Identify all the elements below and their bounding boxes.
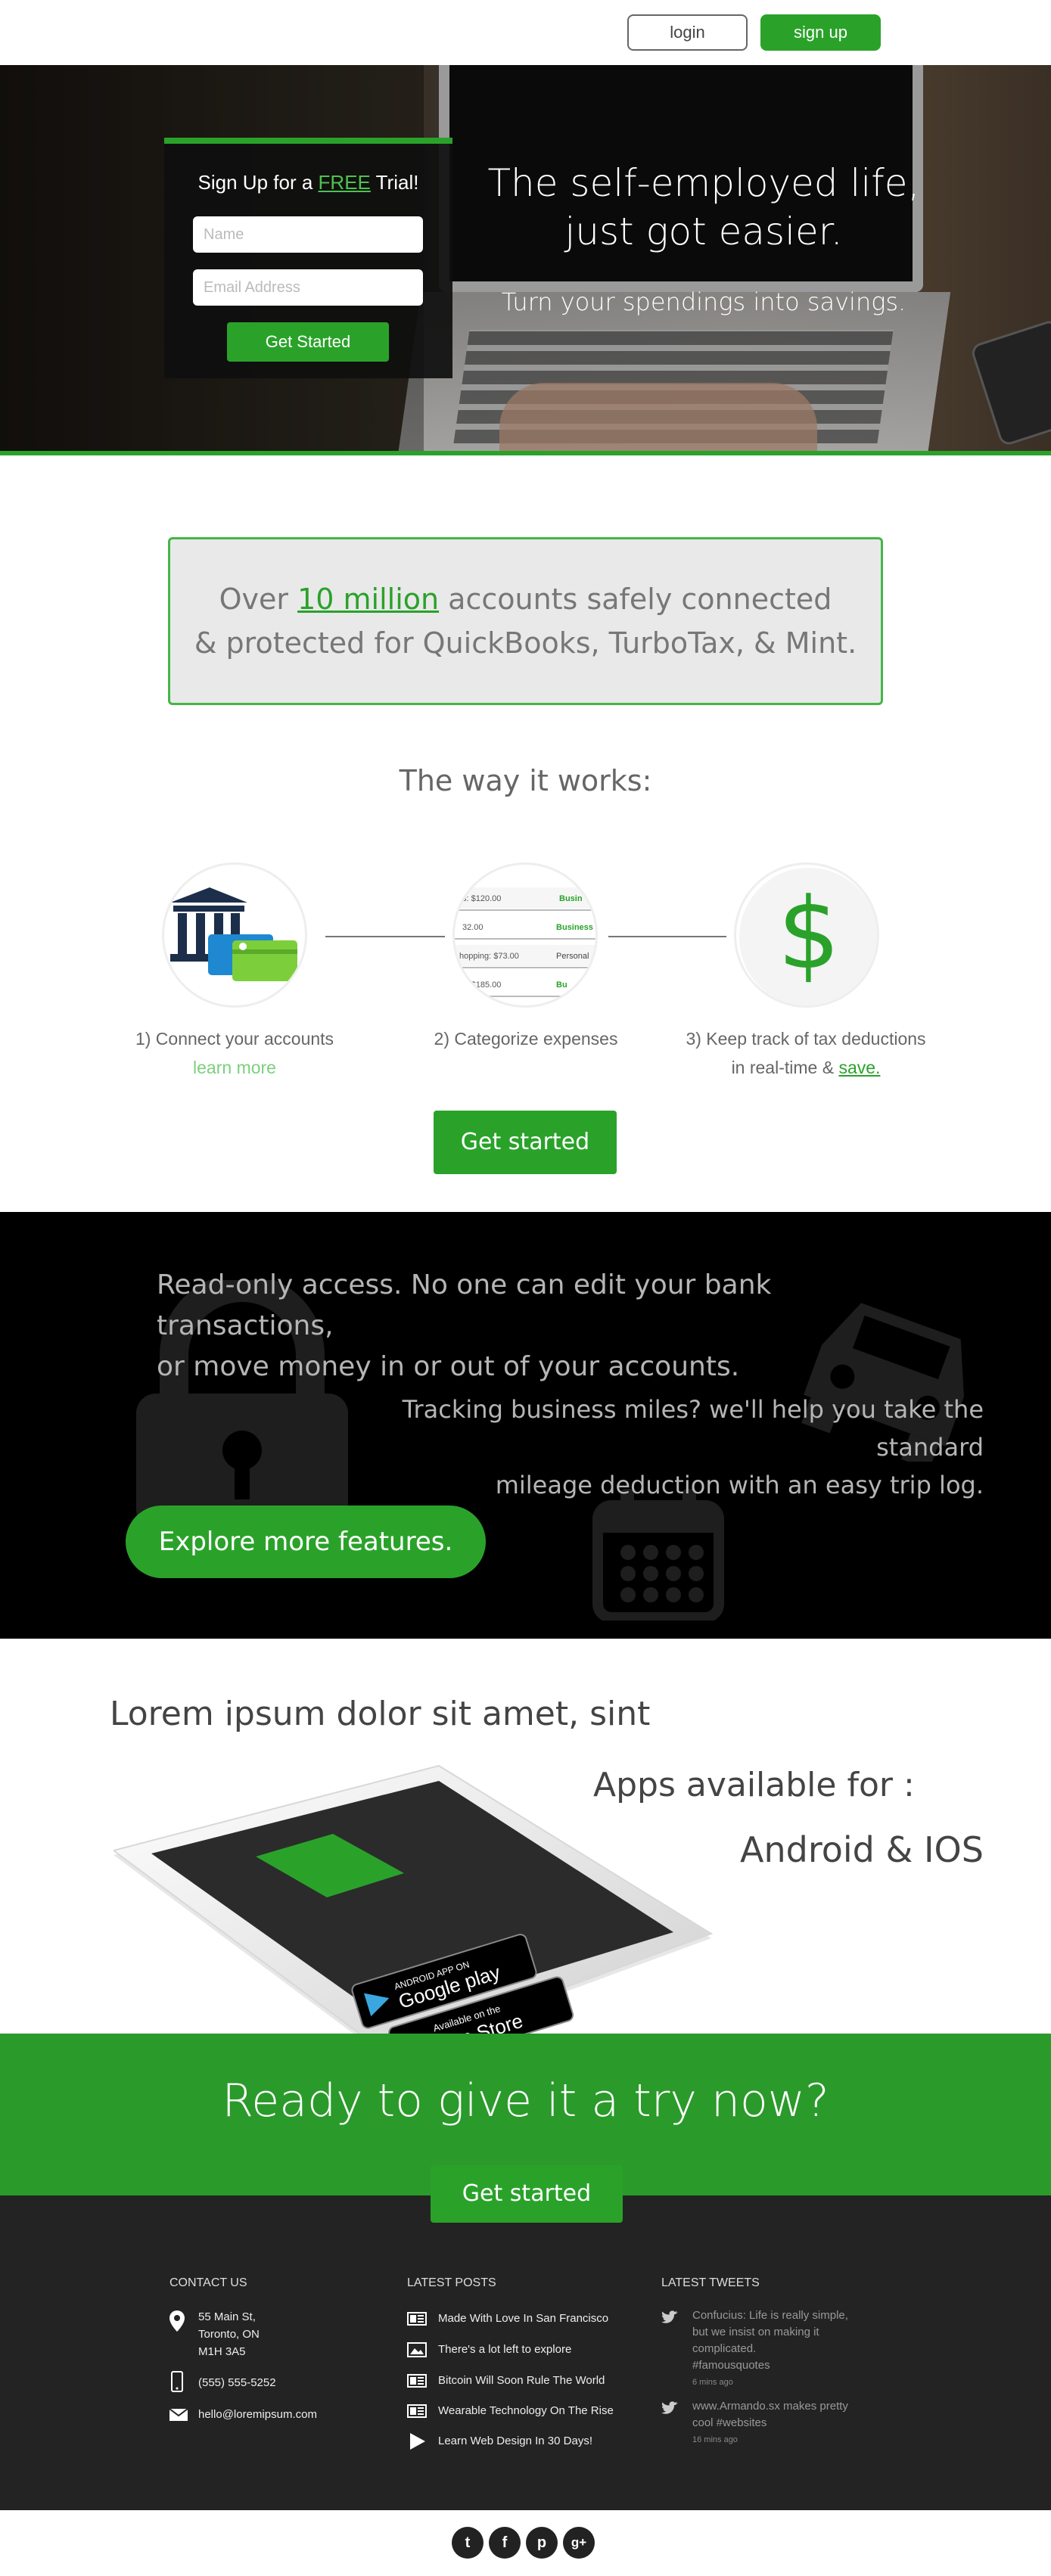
- get-started-button[interactable]: Get Started: [227, 322, 389, 362]
- svg-text:$: $: [778, 876, 841, 991]
- bank-cards-icon: [170, 887, 297, 981]
- expense-row-tag: Personal: [556, 952, 589, 961]
- connect-accounts-illustration: [162, 862, 307, 1008]
- expense-row-tag: Bu: [556, 980, 567, 990]
- tweet-timestamp: 16 mins ago: [692, 2435, 738, 2444]
- location-pin-icon: [169, 2310, 185, 2332]
- article-icon: [407, 2312, 427, 2326]
- signup-form: Sign Up for a FREE Trial! Get Started: [164, 138, 452, 378]
- post-link[interactable]: Bitcoin Will Soon Rule The World: [438, 2372, 605, 2389]
- contact-email[interactable]: hello@loremipsum.com: [198, 2406, 317, 2423]
- hero-bottom-border: [0, 451, 1051, 455]
- post-link[interactable]: Learn Web Design In 30 Days!: [438, 2432, 592, 2450]
- apps-heading: Lorem ipsum dolor sit amet, sint: [110, 1695, 651, 1733]
- tweet-item: www.Armando.sx makes pretty cool #websit…: [692, 2398, 866, 2448]
- envelope-icon: [169, 2409, 188, 2421]
- signup-title: Sign Up for a FREE Trial!: [197, 171, 419, 194]
- pinterest-icon[interactable]: p: [526, 2527, 558, 2559]
- posts-heading: LATEST POSTS: [407, 2276, 496, 2289]
- expense-row-tag: Busin: [559, 894, 583, 903]
- contact-phone[interactable]: (555) 555-5252: [198, 2374, 276, 2391]
- email-input[interactable]: [193, 269, 423, 306]
- expense-row-tag: Business: [556, 923, 593, 932]
- article-icon: [407, 2404, 427, 2418]
- dollar-sign-icon: $: [739, 868, 877, 1005]
- expense-row-amount: hopping: $73.00: [459, 952, 519, 961]
- free-label: FREE: [318, 171, 371, 194]
- facebook-icon[interactable]: f: [489, 2527, 521, 2559]
- phone-icon: [171, 2371, 183, 2392]
- contact-address: 55 Main St, Toronto, ON M1H 3A5: [198, 2310, 260, 2358]
- name-input[interactable]: [193, 216, 423, 253]
- mileage-text: Tracking business miles? we'll help you …: [402, 1395, 984, 1499]
- expense-row-amount: s: $185.00: [462, 980, 501, 990]
- top-navbar: login sign up: [0, 0, 1051, 65]
- stats-highlight[interactable]: 10 million: [297, 583, 439, 616]
- cta-title: Ready to give it a try now?: [222, 2074, 829, 2127]
- categorize-expenses-illustration: s: $120.00 Busin 32.00 Business hopping:…: [452, 862, 598, 1008]
- features-band: Read-only access. No one can edit your b…: [0, 1212, 1051, 1639]
- calendar-icon: [592, 1489, 724, 1620]
- tablet-illustration: ANDROID APP ON Google play Available on …: [111, 1764, 714, 2071]
- hero-title: The self-employed life, just got easier.: [487, 161, 920, 253]
- step-connector-2: [608, 936, 726, 937]
- tax-deductions-illustration: $: [734, 862, 879, 1008]
- security-text: Read-only access. No one can edit your b…: [157, 1269, 772, 1382]
- step-connector-1: [325, 936, 445, 937]
- learn-more-link[interactable]: learn more: [193, 1058, 276, 1077]
- hero-phone-image: [969, 318, 1051, 448]
- how-get-started-button[interactable]: Get started: [434, 1111, 617, 1174]
- tweets-heading: LATEST TWEETS: [661, 2276, 760, 2289]
- expense-row-amount: s: $120.00: [462, 894, 501, 903]
- step-3-label: 3) Keep track of tax deductions in real-…: [686, 1029, 926, 1077]
- expense-row-amount: 32.00: [462, 923, 484, 932]
- apps-platforms-label: Android & IOS: [740, 1829, 984, 1870]
- contact-heading: CONTACT US: [169, 2276, 247, 2289]
- play-icon: [410, 2433, 425, 2450]
- step-2-label: 2) Categorize expenses: [434, 1029, 618, 1049]
- google-plus-icon[interactable]: g+: [563, 2527, 595, 2559]
- how-it-works-title: The way it works:: [399, 764, 652, 797]
- step-1-label: 1) Connect your accounts learn more: [135, 1029, 334, 1077]
- cta-get-started-button[interactable]: Get started: [431, 2165, 623, 2223]
- post-link[interactable]: There's a lot left to explore: [438, 2341, 571, 2358]
- twitter-bird-icon: [661, 2401, 678, 2414]
- signup-button[interactable]: sign up: [760, 14, 881, 51]
- article-icon: [407, 2374, 427, 2388]
- hero-banner: [0, 65, 1051, 455]
- image-icon: [407, 2342, 427, 2357]
- post-link[interactable]: Wearable Technology On The Rise: [438, 2402, 614, 2419]
- post-link[interactable]: Made With Love In San Francisco: [438, 2310, 608, 2327]
- hero-subtitle: Turn your spendings into savings.: [501, 287, 906, 316]
- login-button[interactable]: login: [627, 14, 748, 51]
- twitter-icon[interactable]: t: [452, 2527, 484, 2559]
- twitter-bird-icon: [661, 2310, 678, 2323]
- hero-hands-image: [499, 383, 817, 455]
- save-link[interactable]: save.: [838, 1058, 880, 1077]
- tablet-mockup: ANDROID APP ON Google play Available on …: [111, 1763, 719, 2071]
- tweet-timestamp: 6 mins ago: [692, 2378, 733, 2387]
- tweet-item: Confucius: Life is really simple, but we…: [692, 2307, 866, 2391]
- explore-features-button[interactable]: Explore more features.: [126, 1506, 486, 1578]
- expense-list-icon: s: $120.00 Busin 32.00 Business hopping:…: [455, 887, 595, 997]
- stats-box: Over 10 million accounts safely connecte…: [168, 537, 883, 705]
